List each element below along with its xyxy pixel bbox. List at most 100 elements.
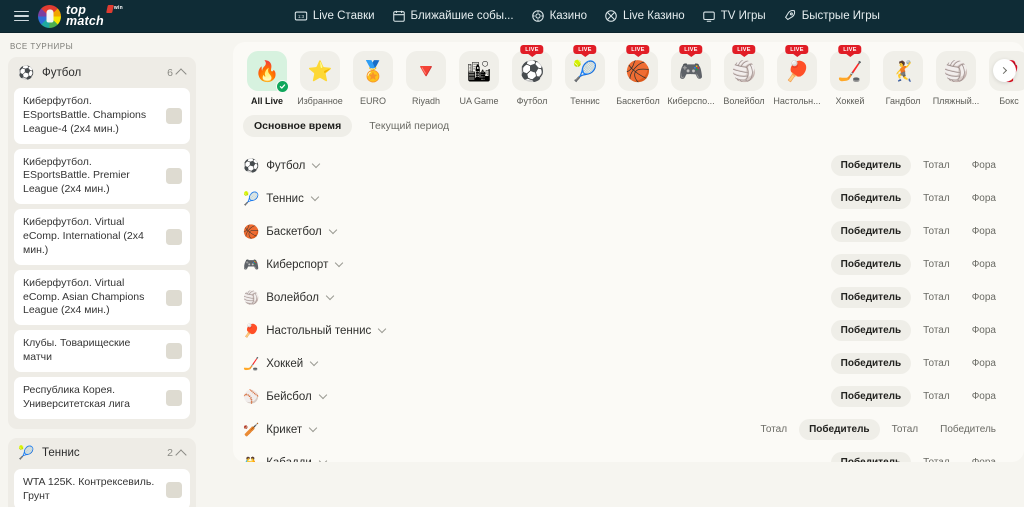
sport-row-label: Теннис [266, 192, 304, 205]
sidebar-tournament-item[interactable]: Киберфутбол. ESportsBattle. Champions Le… [14, 88, 190, 144]
carousel-item-2[interactable]: ⭐ Избранное [296, 51, 344, 106]
carousel-item-1[interactable]: 🔥 All Live [243, 51, 291, 106]
market-button[interactable]: Тотал [913, 188, 960, 209]
market-button[interactable]: Победитель [799, 419, 880, 440]
carousel-item-14[interactable]: 🏐 Пляжный... [932, 51, 980, 106]
sidebar-tournament-item[interactable]: Республика Корея. Университетская лига [14, 377, 190, 419]
sport-icon: 🏅 [360, 60, 386, 83]
sidebar-tournament-item[interactable]: WTA 125K. Контрексевиль. Грунт [14, 468, 190, 507]
market-button[interactable]: Фора [962, 188, 1006, 209]
market-button[interactable]: Победитель [830, 287, 912, 308]
carousel-item-3[interactable]: 🏅 EURO [349, 51, 397, 106]
carousel-item-9[interactable]: LIVE 🎮 Киберспо... [667, 45, 715, 106]
nav-item-2[interactable]: Ближайшие собы... [392, 9, 514, 23]
tab-1[interactable]: Основное время [243, 115, 353, 137]
carousel-item-label: Бокс [999, 96, 1019, 106]
sport-icon: 🤾 [890, 60, 916, 83]
market-button[interactable]: Тотал [913, 386, 960, 407]
sport-row-toggle[interactable]: ⚾ Бейсбол [243, 389, 831, 405]
sport-icon: ⚽ [243, 157, 260, 173]
nav-item-6[interactable]: Быстрые Игры [783, 9, 880, 23]
nav-item-5[interactable]: TV Игры [702, 9, 766, 23]
sport-row-toggle[interactable]: 🤼 Кабадди [243, 454, 831, 463]
market-button[interactable]: Фора [962, 386, 1006, 407]
carousel-next-button[interactable] [993, 59, 1016, 82]
sport-row-label: Волейбол [266, 291, 319, 304]
market-button[interactable]: Тотал [913, 155, 960, 176]
market-button[interactable]: Тотал [882, 419, 929, 440]
sport-icon: ⚾ [243, 388, 260, 404]
carousel-item-7[interactable]: LIVE 🎾 Теннис [561, 45, 609, 106]
carousel-tile: LIVE 🏀 [618, 45, 658, 91]
market-button[interactable]: Фора [962, 221, 1006, 242]
market-button[interactable]: Победитель [830, 155, 912, 176]
carousel-item-label: Баскетбол [616, 96, 660, 106]
market-button[interactable]: Фора [962, 155, 1006, 176]
market-button[interactable]: Тотал [913, 287, 960, 308]
sport-row-toggle[interactable]: 🏏 Крикет [243, 422, 751, 438]
sidebar-tournament-item[interactable]: Киберфутбол. Virtual eComp. Internationa… [14, 209, 190, 265]
market-button[interactable]: Победитель [830, 320, 912, 341]
sport-filter-carousel[interactable]: 🔥 All Live ⭐ Избранное 🏅 EURO 🔻 Riyadh 🏙 UA Game L… [233, 42, 1024, 106]
live-casino-icon [604, 9, 618, 23]
sport-row-toggle[interactable]: 🏐 Волейбол [243, 290, 831, 306]
nav-item-3[interactable]: Казино [531, 9, 587, 23]
sport-row-toggle[interactable]: 🎾 Теннис [243, 191, 831, 207]
market-button[interactable]: Тотал [913, 353, 960, 374]
sport-row: 🎮 Киберспорт Победитель Тотал Фора [233, 248, 1024, 281]
casino-chip-icon [531, 9, 545, 23]
market-selector: ПобедительТоталФора [830, 386, 1006, 407]
market-button[interactable]: Тотал [913, 320, 960, 341]
carousel-tile: 🔥 [247, 51, 289, 93]
sport-row-toggle[interactable]: 🏓 Настольный теннис [243, 323, 831, 339]
market-button[interactable]: Победитель [830, 254, 912, 275]
market-button[interactable]: Победитель [930, 419, 1006, 440]
period-tabs[interactable]: Основное время Текущий период [233, 106, 1024, 137]
sport-row-toggle[interactable]: 🏒 Хоккей [243, 356, 831, 372]
market-button[interactable]: Победитель [830, 386, 912, 407]
sport-icon: 🤼 [243, 454, 260, 463]
sidebar-tournament-item[interactable]: Киберфутбол. Virtual eComp. Asian Champi… [14, 269, 190, 326]
sport-row-toggle[interactable]: 🏀 Баскетбол [243, 224, 831, 240]
sport-row-label: Киберспорт [266, 258, 329, 271]
carousel-item-8[interactable]: LIVE 🏀 Баскетбол [614, 45, 662, 106]
carousel-item-6[interactable]: LIVE ⚽ Футбол [508, 45, 556, 106]
sport-row-toggle[interactable]: ⚽ Футбол [243, 158, 831, 174]
market-button[interactable]: Тотал [913, 452, 960, 462]
sidebar-group-header[interactable]: ⚽ Футбол 6 [8, 57, 196, 88]
market-button[interactable]: Победитель [830, 188, 912, 209]
market-button[interactable]: Фора [962, 452, 1006, 462]
market-button[interactable]: Фора [962, 287, 1006, 308]
sport-row-toggle[interactable]: 🎮 Киберспорт [243, 257, 831, 273]
sport-icon: 🏐 [243, 289, 260, 305]
sidebar[interactable]: ВСЕ ТУРНИРЫ ⚽ Футбол 6 Киберфутбол. ESports… [0, 33, 204, 507]
market-button[interactable]: Фора [962, 320, 1006, 341]
market-button[interactable]: Тотал [751, 419, 798, 440]
market-button[interactable]: Фора [962, 353, 1006, 374]
nav-item-label: Ближайшие собы... [410, 10, 514, 22]
logo[interactable]: top match win [38, 4, 123, 28]
tournament-thumbnail [166, 107, 182, 124]
sport-icon: 🎮 [678, 60, 704, 83]
sidebar-group-header[interactable]: 🎾 Теннис 2 [8, 438, 196, 469]
sport-row: 🏀 Баскетбол Победитель Тотал Фора [233, 215, 1024, 248]
market-button[interactable]: Победитель [830, 353, 912, 374]
carousel-item-13[interactable]: 🤾 Гандбол [879, 51, 927, 106]
market-button[interactable]: Победитель [830, 221, 912, 242]
carousel-item-4[interactable]: 🔻 Riyadh [402, 51, 450, 106]
market-button[interactable]: Фора [962, 254, 1006, 275]
hamburger-icon[interactable] [6, 10, 36, 22]
market-button[interactable]: Тотал [913, 254, 960, 275]
tab-2[interactable]: Текущий период [358, 115, 460, 137]
carousel-item-12[interactable]: LIVE 🏒 Хоккей [826, 45, 874, 106]
market-button[interactable]: Победитель [830, 452, 912, 462]
carousel-item-11[interactable]: LIVE 🏓 Настольн... [773, 45, 821, 106]
sidebar-tournament-item[interactable]: Киберфутбол. ESportsBattle. Premier Leag… [14, 148, 190, 205]
sidebar-tournament-item[interactable]: Клубы. Товарищеские матчи [14, 330, 190, 373]
carousel-item-10[interactable]: LIVE 🏐 Волейбол [720, 45, 768, 106]
nav-item-4[interactable]: Live Казино [604, 9, 685, 23]
carousel-item-5[interactable]: 🏙 UA Game [455, 51, 503, 106]
nav-item-1[interactable]: 1:3 Live Ставки [294, 9, 375, 23]
carousel-tile: 🏙 [459, 51, 499, 91]
market-button[interactable]: Тотал [913, 221, 960, 242]
